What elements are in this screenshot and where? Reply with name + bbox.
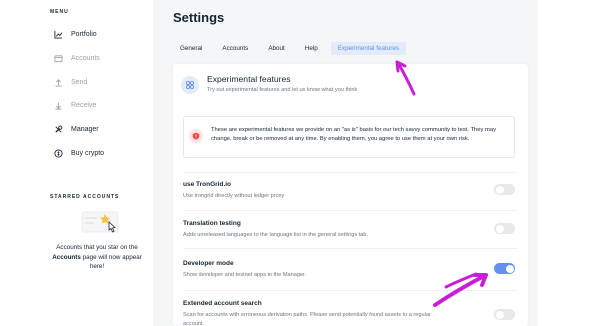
wallet-icon (54, 54, 63, 63)
sidebar-item-label: Buy crypto (71, 149, 105, 157)
toggle-knob (495, 224, 504, 233)
setting-title: Extended account search (183, 300, 262, 307)
tab-help[interactable]: Help (298, 42, 325, 55)
sidebar-item-send[interactable]: Send (54, 75, 87, 89)
setting-title: use TronGrid.io (183, 181, 232, 188)
translation-testing-toggle[interactable] (494, 223, 515, 234)
sidebar-item-receive[interactable]: Receive (54, 98, 96, 112)
menu-label: MENU (50, 9, 69, 15)
sidebar-item-portfolio[interactable]: Portfolio (54, 27, 97, 41)
warning-text: These are experimental features we provi… (211, 127, 496, 142)
setting-title: Developer mode (183, 260, 234, 267)
sidebar: MENU Portfolio Accounts Send Receive Man… (0, 0, 153, 326)
tab-about[interactable]: About (261, 42, 291, 55)
trongrid-toggle[interactable] (494, 184, 515, 195)
developer-mode-toggle[interactable] (494, 263, 515, 274)
setting-row-developer-mode: Developer mode Show developer and testne… (183, 248, 518, 288)
tab-general[interactable]: General (173, 42, 209, 55)
sidebar-item-label: Send (71, 78, 88, 86)
send-icon (54, 78, 63, 87)
card-subtitle: Try out experimental features and let us… (207, 87, 358, 93)
setting-row-translation-testing: Translation testing Adds unreleased lang… (183, 210, 518, 246)
settings-main: Settings General Accounts About Help Exp… (153, 0, 538, 326)
receive-icon (54, 101, 63, 110)
setting-description: Use trongrid directly without ledger pro… (183, 193, 285, 199)
setting-row-trongrid: use TronGrid.io Use trongrid directly wi… (183, 172, 518, 208)
extended-account-search-toggle[interactable] (494, 309, 515, 320)
tab-experimental-features[interactable]: Experimental features (330, 41, 406, 55)
chart-icon (54, 30, 63, 39)
setting-description: Adds unreleased languages to the languag… (183, 232, 369, 238)
toggle-knob (495, 185, 504, 194)
starred-accounts-text: Accounts that you star on the Accounts p… (52, 244, 142, 270)
starred-accounts-label: STARRED ACCOUNTS (50, 194, 120, 200)
sidebar-item-label: Accounts (71, 54, 100, 62)
sidebar-item-buy-crypto[interactable]: Buy crypto (54, 146, 104, 160)
card-title: Experimental features (207, 74, 291, 84)
tab-accounts[interactable]: Accounts (215, 42, 255, 55)
page-title: Settings (173, 10, 225, 25)
right-margin (538, 0, 600, 326)
experimental-features-card: Experimental features Try out experiment… (173, 64, 528, 326)
toggle-knob (505, 264, 514, 273)
tools-icon (54, 125, 63, 134)
setting-title: Translation testing (183, 220, 241, 227)
star-illustration (78, 208, 120, 238)
setting-description: Scan for accounts with erroneous derivat… (183, 312, 431, 326)
sidebar-item-label: Manager (71, 125, 99, 133)
coin-icon (54, 148, 63, 158)
toggle-knob (495, 310, 504, 319)
sidebar-item-label: Portfolio (71, 30, 97, 38)
warning-box: These are experimental features we provi… (183, 116, 515, 158)
shield-warning-icon (189, 129, 203, 143)
sidebar-item-label: Receive (71, 101, 97, 109)
setting-row-extended-account-search: Extended account search Scan for account… (183, 290, 518, 326)
flask-icon (181, 76, 199, 94)
sidebar-item-manager[interactable]: Manager (54, 122, 99, 136)
setting-description: Show developer and testnet apps in the M… (183, 272, 307, 278)
sidebar-item-accounts[interactable]: Accounts (54, 51, 100, 65)
settings-tabs: General Accounts About Help Experimental… (173, 41, 412, 55)
